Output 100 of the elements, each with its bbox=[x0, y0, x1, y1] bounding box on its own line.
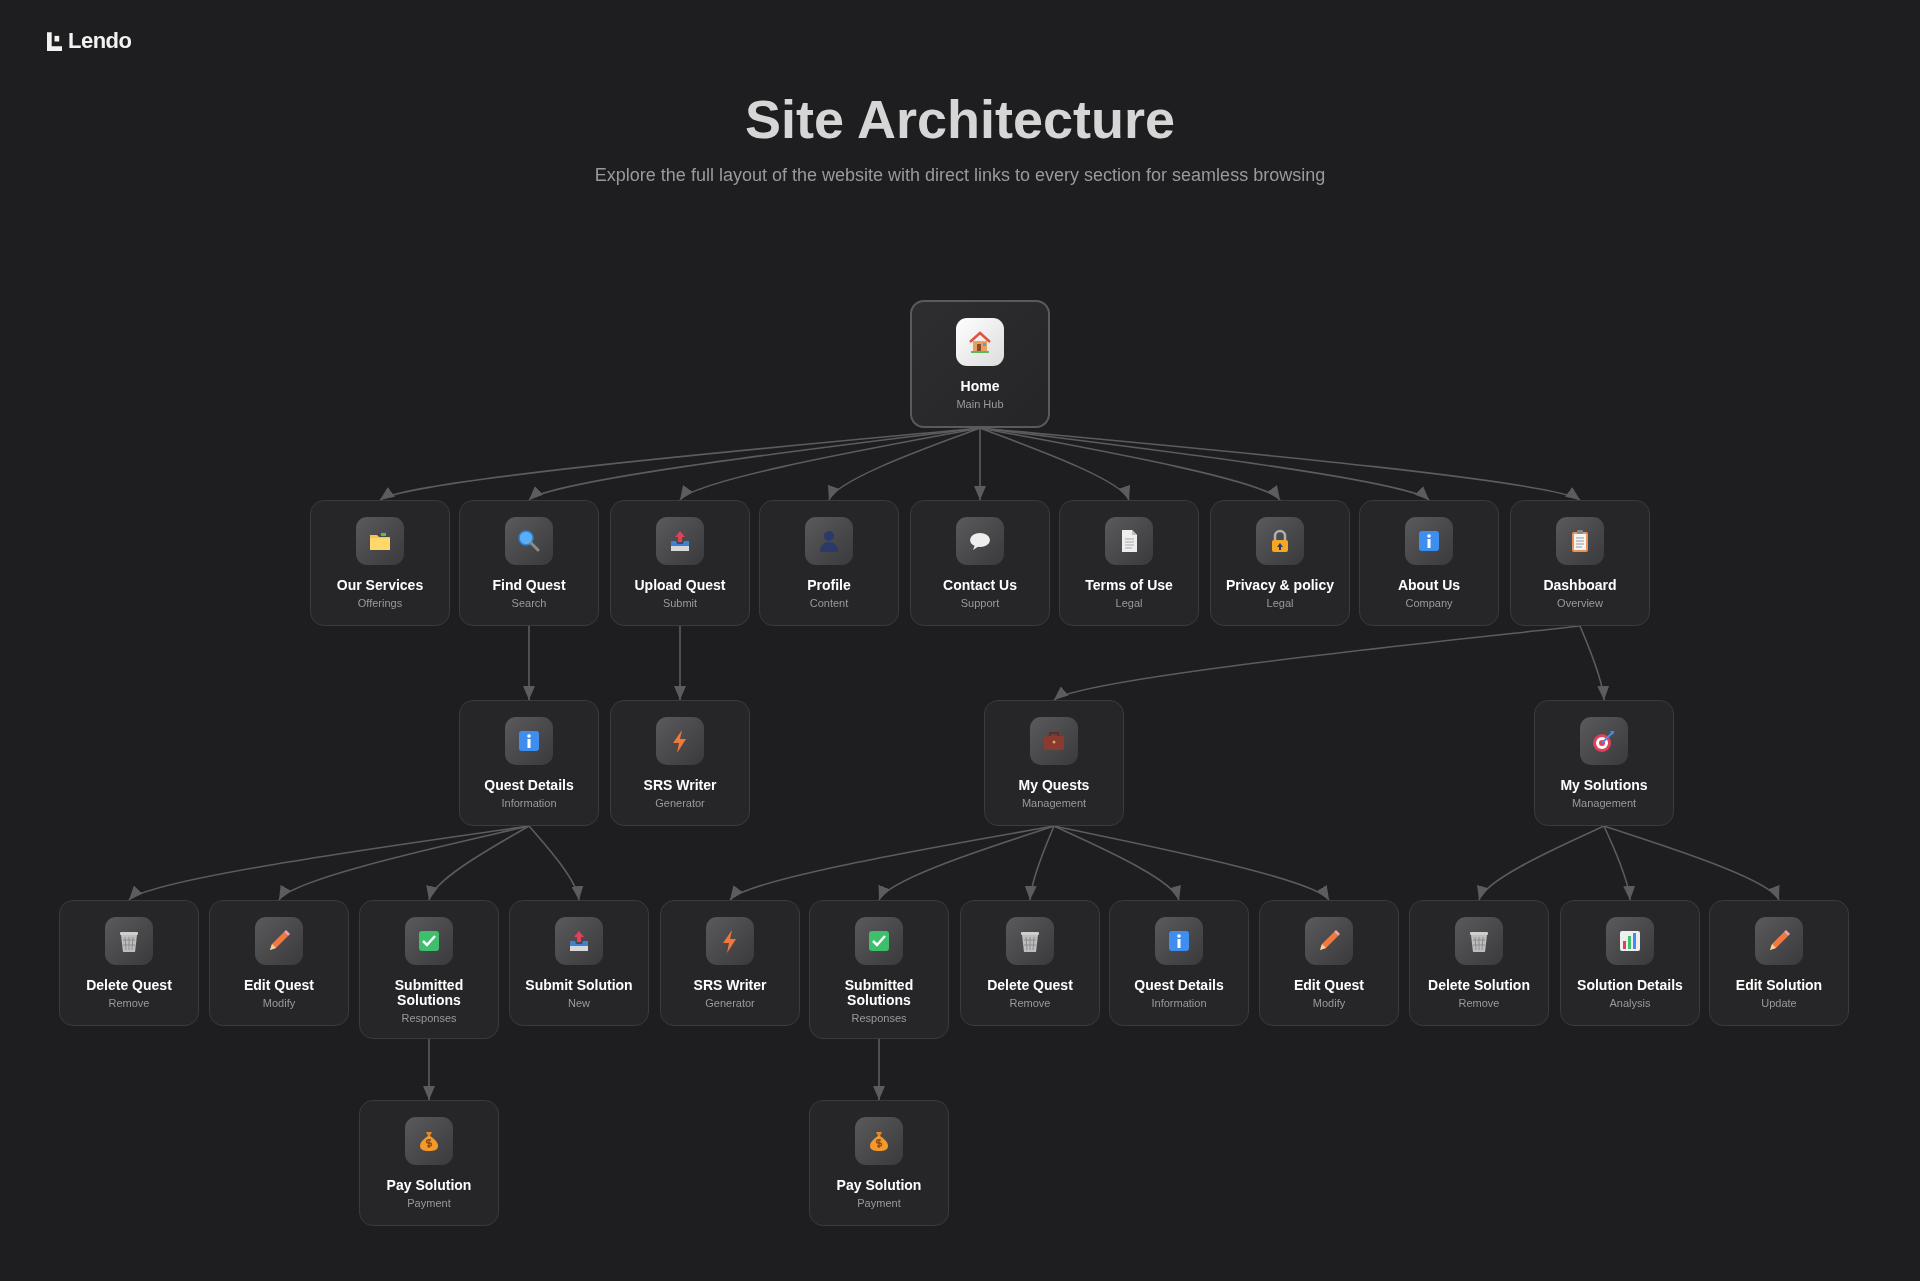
node-title: My Solutions bbox=[1560, 778, 1648, 793]
pencil-icon bbox=[1305, 917, 1353, 965]
node-title: Terms of Use bbox=[1085, 578, 1173, 593]
node-subtitle: Remove bbox=[1458, 997, 1500, 1009]
node-title: Submitted Solutions bbox=[843, 978, 915, 1008]
folder-icon bbox=[356, 517, 404, 565]
trash-icon bbox=[105, 917, 153, 965]
node-title: Find Quest bbox=[492, 578, 566, 593]
page-node-card[interactable]: My Quests Management bbox=[984, 700, 1124, 826]
node-title: Delete Quest bbox=[86, 978, 172, 993]
page-node-card[interactable]: Our Services Offerings bbox=[310, 500, 450, 626]
node-title: Home bbox=[960, 379, 1000, 394]
node-subtitle: Payment bbox=[857, 1197, 901, 1209]
check-mark-icon bbox=[405, 917, 453, 965]
document-icon bbox=[1105, 517, 1153, 565]
logo-mark-icon bbox=[47, 31, 62, 51]
page-node-card[interactable]: Privacy & policy Legal bbox=[1210, 500, 1350, 626]
node-subtitle: Content bbox=[809, 597, 849, 609]
page-node-card[interactable]: Delete Solution Remove bbox=[1409, 900, 1549, 1026]
node-title: Edit Quest bbox=[1294, 978, 1364, 993]
node-subtitle: Responses bbox=[851, 1012, 907, 1024]
node-title: Solution Details bbox=[1577, 978, 1683, 993]
node-title: Pay Solution bbox=[836, 1178, 922, 1193]
page-node-card[interactable]: Home Main Hub bbox=[910, 300, 1050, 428]
node-subtitle: Overview bbox=[1557, 597, 1603, 609]
target-icon bbox=[1580, 717, 1628, 765]
node-title: Privacy & policy bbox=[1225, 578, 1335, 593]
node-title: About Us bbox=[1397, 578, 1461, 593]
node-title: Quest Details bbox=[1134, 978, 1224, 993]
page-node-card[interactable]: SRS Writer Generator bbox=[660, 900, 800, 1026]
page-node-card[interactable]: Pay Solution Payment bbox=[359, 1100, 499, 1226]
clipboard-icon bbox=[1556, 517, 1604, 565]
node-title: Edit Solution bbox=[1735, 978, 1823, 993]
node-title: Pay Solution bbox=[386, 1178, 472, 1193]
node-subtitle: Information bbox=[1151, 997, 1207, 1009]
person-icon bbox=[805, 517, 853, 565]
node-title: Edit Quest bbox=[244, 978, 314, 993]
node-subtitle: Modify bbox=[1312, 997, 1346, 1009]
node-title: Delete Quest bbox=[987, 978, 1073, 993]
page-node-card[interactable]: Quest Details Information bbox=[1109, 900, 1249, 1026]
node-subtitle: Generator bbox=[655, 797, 705, 809]
page-node-card[interactable]: Edit Solution Update bbox=[1709, 900, 1849, 1026]
page-node-card[interactable]: SRS Writer Generator bbox=[610, 700, 750, 826]
house-icon bbox=[956, 318, 1004, 366]
page-node-card[interactable]: Edit Quest Modify bbox=[209, 900, 349, 1026]
node-title: SRS Writer bbox=[643, 778, 717, 793]
speech-bubble-icon bbox=[956, 517, 1004, 565]
page-node-card[interactable]: About Us Company bbox=[1359, 500, 1499, 626]
logo-text[interactable]: Lendo bbox=[68, 28, 132, 54]
page-node-card[interactable]: Delete Quest Remove bbox=[59, 900, 199, 1026]
padlock-icon bbox=[1256, 517, 1304, 565]
page-node-card[interactable]: Contact Us Support bbox=[910, 500, 1050, 626]
node-title: Profile bbox=[807, 578, 851, 593]
page-node-card[interactable]: Submitted Solutions Responses bbox=[359, 900, 499, 1039]
node-subtitle: Analysis bbox=[1609, 997, 1651, 1009]
page-title: Site Architecture bbox=[743, 90, 1177, 150]
node-title: Upload Quest bbox=[634, 578, 726, 593]
node-title: Our Services bbox=[336, 578, 424, 593]
node-subtitle: Company bbox=[1405, 597, 1453, 609]
node-subtitle: Search bbox=[511, 597, 547, 609]
trash-icon bbox=[1006, 917, 1054, 965]
info-icon bbox=[1155, 917, 1203, 965]
pencil-icon bbox=[255, 917, 303, 965]
node-subtitle: Generator bbox=[705, 997, 755, 1009]
page-node-card[interactable]: Delete Quest Remove bbox=[960, 900, 1100, 1026]
trash-icon bbox=[1455, 917, 1503, 965]
check-mark-icon bbox=[855, 917, 903, 965]
money-bag-icon bbox=[405, 1117, 453, 1165]
lightning-icon bbox=[706, 917, 754, 965]
briefcase-icon bbox=[1030, 717, 1078, 765]
page-node-card[interactable]: Submit Solution New bbox=[509, 900, 649, 1026]
node-subtitle: Legal bbox=[1115, 597, 1143, 609]
page-node-card[interactable]: Submitted Solutions Responses bbox=[809, 900, 949, 1039]
node-subtitle: Responses bbox=[401, 1012, 457, 1024]
page-node-card[interactable]: Upload Quest Submit bbox=[610, 500, 750, 626]
upload-tray-icon bbox=[656, 517, 704, 565]
page-node-card[interactable]: Pay Solution Payment bbox=[809, 1100, 949, 1226]
node-title: Submitted Solutions bbox=[393, 978, 465, 1008]
page-node-card[interactable]: Solution Details Analysis bbox=[1560, 900, 1700, 1026]
node-subtitle: Information bbox=[501, 797, 557, 809]
page-node-card[interactable]: Profile Content bbox=[759, 500, 899, 626]
node-subtitle: Submit bbox=[662, 597, 698, 609]
pencil-icon bbox=[1755, 917, 1803, 965]
page-node-card[interactable]: Quest Details Information bbox=[459, 700, 599, 826]
connector-arrow bbox=[423, 1038, 435, 1101]
page-node-card[interactable]: Edit Quest Modify bbox=[1259, 900, 1399, 1026]
page-node-card[interactable]: My Solutions Management bbox=[1534, 700, 1674, 826]
page-node-card[interactable]: Dashboard Overview bbox=[1510, 500, 1650, 626]
lightning-icon bbox=[656, 717, 704, 765]
node-title: Submit Solution bbox=[525, 978, 633, 993]
node-title: Quest Details bbox=[484, 778, 574, 793]
node-subtitle: Update bbox=[1761, 997, 1797, 1009]
page-node-card[interactable]: Terms of Use Legal bbox=[1059, 500, 1199, 626]
node-subtitle: Payment bbox=[407, 1197, 451, 1209]
info-icon bbox=[1405, 517, 1453, 565]
node-subtitle: New bbox=[568, 997, 590, 1009]
node-title: Dashboard bbox=[1543, 578, 1617, 593]
node-title: Contact Us bbox=[943, 578, 1017, 593]
bar-chart-icon bbox=[1606, 917, 1654, 965]
page-node-card[interactable]: Find Quest Search bbox=[459, 500, 599, 626]
